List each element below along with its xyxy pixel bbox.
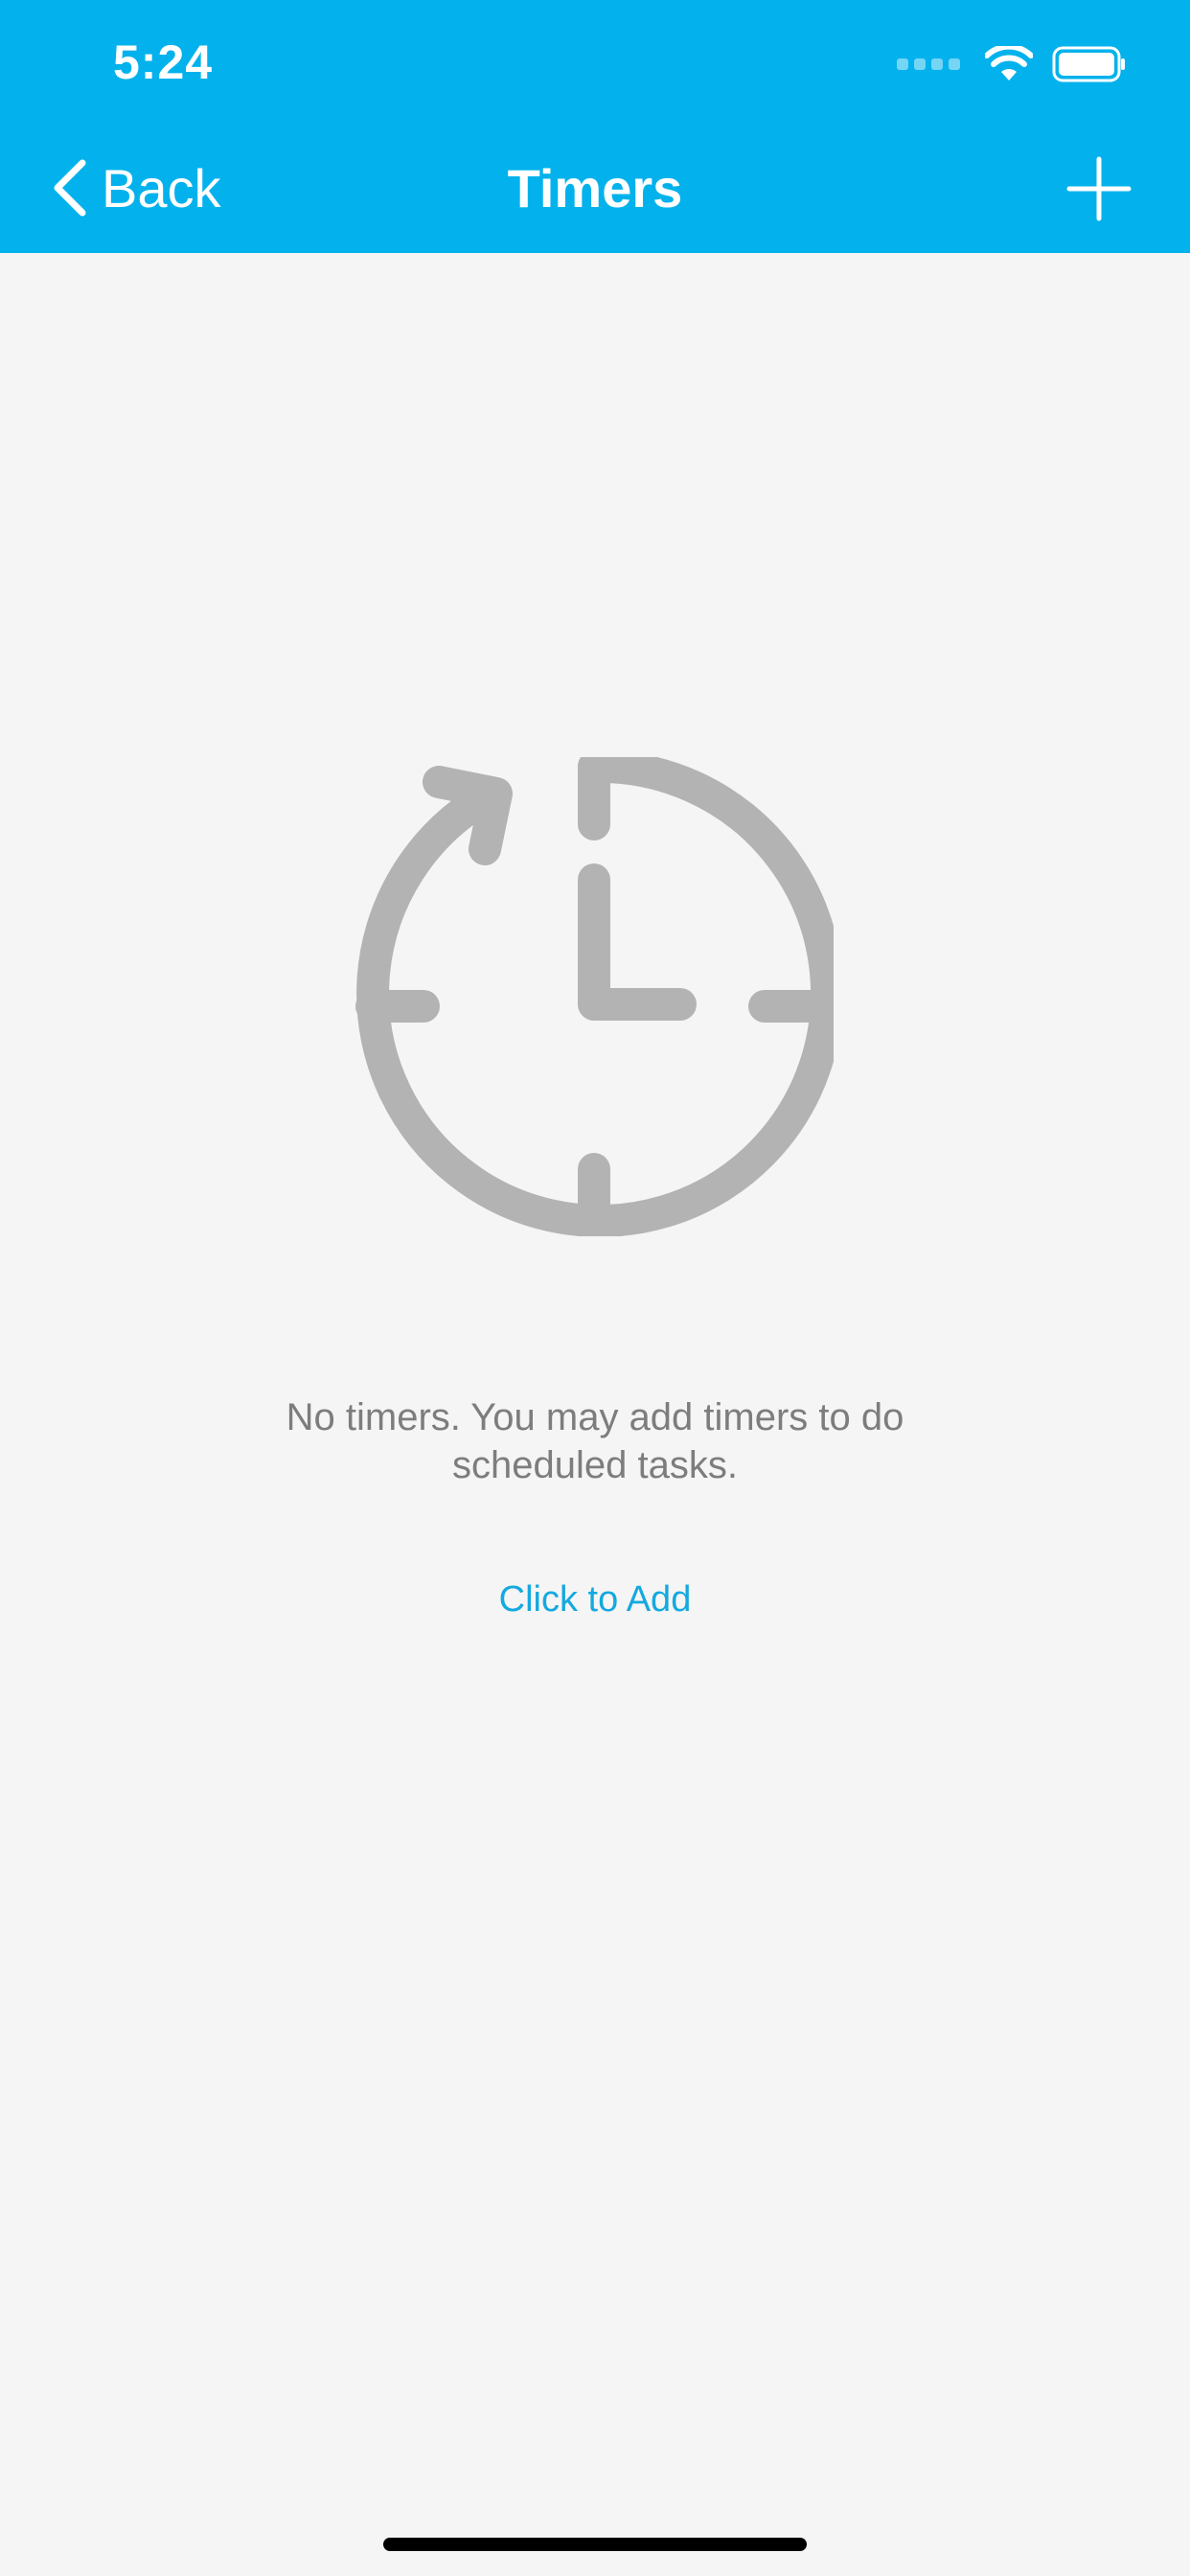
- plus-icon: [1066, 156, 1132, 221]
- home-indicator: [383, 2538, 807, 2551]
- cellular-signal-icon: [897, 58, 960, 70]
- top-bar: 5:24 Back Timers: [0, 0, 1190, 253]
- status-indicators: [897, 46, 1127, 82]
- status-time: 5:24: [113, 35, 214, 89]
- page-title: Timers: [507, 158, 683, 218]
- battery-icon: [1052, 46, 1125, 82]
- empty-state-message: No timers. You may add timers to do sche…: [286, 1396, 904, 1486]
- click-to-add-link[interactable]: Click to Add: [403, 1579, 787, 1621]
- wifi-icon: [985, 46, 1033, 80]
- timer-clock-icon: [355, 757, 834, 1236]
- add-timer-button[interactable]: [1065, 155, 1133, 222]
